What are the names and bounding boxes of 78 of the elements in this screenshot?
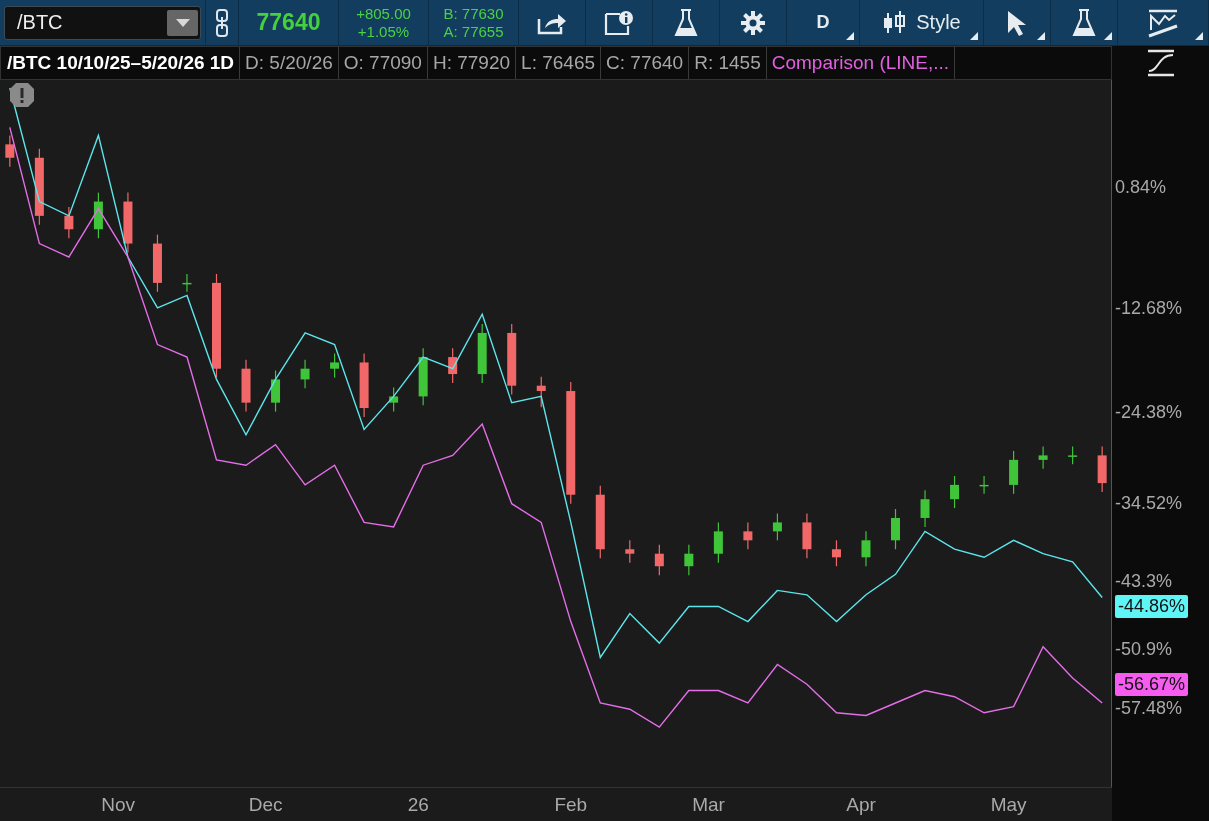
symbol-field[interactable]: /BTC bbox=[4, 5, 201, 40]
dropdown-icon[interactable] bbox=[167, 9, 198, 36]
candlestick bbox=[241, 359, 251, 413]
axis-label: Feb bbox=[553, 794, 589, 816]
ohlc-value: R: 1455 bbox=[689, 47, 767, 79]
axis-label: Dec bbox=[247, 794, 284, 816]
candlestick bbox=[772, 512, 782, 541]
candlestick bbox=[891, 508, 900, 550]
candlestick bbox=[684, 544, 694, 576]
candlestick bbox=[979, 475, 989, 495]
candlestick bbox=[300, 359, 310, 389]
candlestick bbox=[418, 347, 428, 406]
candlestick bbox=[271, 369, 281, 413]
candlestick bbox=[389, 386, 399, 413]
value-badge: -44.86% bbox=[1115, 595, 1189, 619]
axis-label: -57.48% bbox=[1115, 697, 1183, 719]
axis-label: 0.84% bbox=[1115, 176, 1167, 198]
value-badge: -56.67% bbox=[1115, 672, 1189, 696]
candlestick bbox=[1009, 450, 1019, 495]
axis-label: -43.3% bbox=[1115, 571, 1173, 593]
ohlc-value: H: 77920 bbox=[427, 47, 517, 79]
study-label[interactable]: Comparison (LINE,... bbox=[766, 47, 956, 79]
axis-label: May bbox=[989, 794, 1028, 816]
candlestick bbox=[93, 192, 103, 239]
flask-icon bbox=[674, 7, 698, 38]
info-window-icon bbox=[604, 9, 634, 36]
axis-label: -24.38% bbox=[1115, 402, 1183, 424]
candlestick bbox=[330, 352, 340, 379]
chart-title: /BTC 10/10/25–5/20/26 1D bbox=[1, 47, 241, 79]
candlestick bbox=[802, 512, 812, 559]
candlestick bbox=[920, 489, 930, 528]
flask-icon bbox=[1072, 7, 1096, 38]
axis-label: Apr bbox=[845, 794, 877, 816]
percent-change: +1.05% bbox=[357, 22, 410, 41]
candlestick bbox=[359, 352, 369, 418]
last-price: 77640 bbox=[256, 9, 321, 36]
ohlc-value: O: 77090 bbox=[338, 47, 428, 79]
cursor-icon bbox=[1006, 8, 1028, 37]
candlestick bbox=[152, 234, 162, 293]
candlestick bbox=[5, 134, 15, 168]
candlestick bbox=[477, 323, 487, 384]
scale-icon[interactable] bbox=[1145, 49, 1176, 77]
candlestick bbox=[861, 530, 871, 567]
candlestick bbox=[743, 521, 753, 550]
candlestick bbox=[654, 544, 664, 576]
candlestick bbox=[713, 521, 723, 564]
axis-label: 26 bbox=[406, 794, 430, 816]
bid-price: B: 77630 bbox=[443, 4, 504, 23]
axis-label: Mar bbox=[691, 794, 726, 816]
drawing-tools-icon bbox=[1146, 7, 1180, 38]
link-icon[interactable] bbox=[215, 7, 229, 38]
candlestick bbox=[182, 273, 192, 293]
menu-corner-icon bbox=[846, 32, 854, 40]
candlestick bbox=[625, 539, 635, 564]
ohlc-value: L: 76465 bbox=[516, 47, 602, 79]
menu-corner-icon bbox=[1037, 32, 1045, 40]
menu-corner-icon bbox=[1104, 32, 1112, 40]
candlestick bbox=[831, 539, 841, 567]
candlestick bbox=[536, 376, 546, 408]
ohlc-value: C: 77640 bbox=[601, 47, 690, 79]
settings-icon bbox=[740, 9, 766, 36]
candlestick bbox=[1068, 445, 1078, 465]
candlestick bbox=[1038, 445, 1048, 470]
ask-price: A: 77655 bbox=[443, 22, 504, 41]
menu-corner-icon bbox=[970, 32, 978, 40]
axis-label: -50.9% bbox=[1115, 639, 1173, 661]
axis-label: Nov bbox=[100, 794, 136, 816]
menu-corner-icon bbox=[1195, 32, 1203, 40]
net-change: +805.00 bbox=[356, 4, 411, 23]
candlestick bbox=[950, 475, 960, 509]
candlestick bbox=[1097, 445, 1107, 493]
warning-icon bbox=[10, 83, 34, 107]
axis-label: -34.52% bbox=[1115, 492, 1183, 514]
candlestick bbox=[64, 206, 74, 239]
candlestick bbox=[448, 347, 458, 384]
ohlc-value: D: 5/20/26 bbox=[240, 47, 339, 79]
axis-label: -12.68% bbox=[1115, 297, 1183, 319]
candlestick bbox=[123, 192, 133, 254]
